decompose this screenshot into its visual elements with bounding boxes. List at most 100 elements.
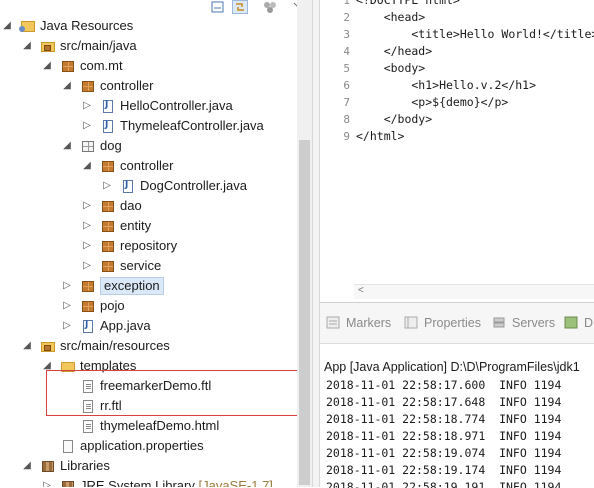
- package-icon: [100, 159, 116, 173]
- tree-item[interactable]: application.properties: [0, 436, 300, 456]
- html-editor[interactable]: 1 2 3 4 5 6 7 8 9 <!DOCTYPE html> <head> <title>…: [320, 0, 594, 300]
- expanded-twisty-icon[interactable]: ◢: [2, 20, 12, 32]
- tree-item[interactable]: ◢ dog: [0, 136, 300, 156]
- tree-item-label: controller: [100, 78, 154, 93]
- properties-icon: [404, 316, 418, 329]
- tree-item-label: Libraries: [60, 458, 110, 473]
- collapsed-twisty-icon[interactable]: ▷: [82, 220, 92, 232]
- code-line[interactable]: <!DOCTYPE html>: [356, 0, 460, 9]
- tree-item[interactable]: ◢ com.mt: [0, 56, 300, 76]
- java-file-icon: [120, 179, 136, 193]
- code-line[interactable]: <head>: [356, 9, 426, 26]
- link-with-editor-icon[interactable]: [232, 0, 248, 14]
- line-number-gutter: 1 2 3 4 5 6 7 8 9: [320, 0, 354, 290]
- editor-horizontal-scrollbar[interactable]: <: [354, 284, 594, 299]
- tree-item[interactable]: ◢ Java Resources: [0, 16, 300, 36]
- collapsed-twisty-icon[interactable]: ▷: [82, 200, 92, 212]
- console-title: App [Java Application] D:\D\ProgramFiles…: [324, 360, 580, 374]
- tree-item-label: pojo: [100, 298, 125, 313]
- code-line[interactable]: </body>: [356, 111, 432, 128]
- code-line[interactable]: <p>${demo}</p>: [356, 94, 508, 111]
- console-log-line: 2018-11-01 22:58:17.600 INFO 1194: [326, 378, 562, 392]
- scroll-left-arrow[interactable]: <: [358, 285, 364, 296]
- properties-file-icon: [60, 439, 76, 453]
- java-file-icon: [100, 119, 116, 133]
- tree-item[interactable]: ▷ ThymeleafController.java: [0, 116, 300, 136]
- package-icon: [100, 259, 116, 273]
- tree-item[interactable]: ▷ pojo: [0, 296, 300, 316]
- tree-item[interactable]: ◢ controller: [0, 76, 300, 96]
- collapsed-twisty-icon[interactable]: ▷: [82, 260, 92, 272]
- highlight-box: [46, 370, 308, 416]
- tree-item[interactable]: ◢ src/main/java: [0, 36, 300, 56]
- line-number: 7: [343, 96, 350, 109]
- tree-item[interactable]: ◢ src/main/resources: [0, 336, 300, 356]
- expanded-twisty-icon[interactable]: ◢: [42, 60, 52, 72]
- collapsed-twisty-icon[interactable]: ▷: [102, 180, 112, 192]
- explorer-scrollbar[interactable]: [297, 0, 312, 487]
- console-log-line: 2018-11-01 22:58:18.774 INFO 1194: [326, 412, 562, 426]
- tree-item[interactable]: ▷ exception: [0, 276, 300, 296]
- expanded-twisty-icon[interactable]: ◢: [22, 40, 32, 52]
- code-line[interactable]: </head>: [356, 43, 432, 60]
- console-log-line: 2018-11-01 22:58:19.174 INFO 1194: [326, 463, 562, 477]
- tree-item-label: repository: [120, 238, 178, 253]
- expanded-twisty-icon[interactable]: ◢: [62, 80, 72, 92]
- java-project-icon: [19, 19, 36, 33]
- console-log-line: 2018-11-01 22:58:18.971 INFO 1194: [326, 429, 562, 443]
- package-icon: [100, 199, 116, 213]
- sash-divider[interactable]: [312, 0, 320, 487]
- expanded-twisty-icon[interactable]: ◢: [22, 340, 32, 352]
- line-number: 6: [343, 79, 350, 92]
- tree-item[interactable]: ◢ Libraries: [0, 456, 300, 476]
- tree-item[interactable]: ▷ dao: [0, 196, 300, 216]
- collapsed-twisty-icon[interactable]: ▷: [82, 120, 92, 132]
- tree-item[interactable]: ▷ HelloController.java: [0, 96, 300, 116]
- java-file-icon: [100, 99, 116, 113]
- collapsed-twisty-icon[interactable]: ▷: [62, 320, 72, 332]
- collapsed-twisty-icon[interactable]: ▷: [82, 100, 92, 112]
- library-icon: [60, 479, 76, 487]
- tree-item-label: App.java: [100, 318, 151, 333]
- collapsed-twisty-icon[interactable]: ▷: [82, 240, 92, 252]
- panel-tabs: Markers Properties Servers D: [320, 303, 594, 344]
- line-number: 1: [343, 0, 350, 7]
- source-folder-icon: [40, 339, 56, 353]
- tree-item-label: com.mt: [80, 58, 123, 73]
- source-folder-icon: [40, 39, 56, 53]
- tree-item[interactable]: ▷ service: [0, 256, 300, 276]
- collapsed-twisty-icon[interactable]: ▷: [62, 300, 72, 312]
- tab-label: Servers: [512, 316, 556, 330]
- tree-item-label: thymeleafDemo.html: [100, 418, 220, 433]
- tree-item-label: src/main/resources: [60, 338, 170, 353]
- expanded-twisty-icon[interactable]: ◢: [82, 160, 92, 172]
- minimize-icon[interactable]: [210, 0, 226, 14]
- line-number: 4: [343, 45, 350, 58]
- expanded-twisty-icon[interactable]: ◢: [62, 140, 72, 152]
- package-icon: [100, 219, 116, 233]
- code-line[interactable]: <body>: [356, 60, 426, 77]
- tree-item[interactable]: ▷ entity: [0, 216, 300, 236]
- tree-item[interactable]: ▷ repository: [0, 236, 300, 256]
- line-number: 3: [343, 28, 350, 41]
- package-icon: [80, 279, 96, 293]
- collapsed-twisty-icon[interactable]: ▷: [42, 480, 52, 487]
- package-icon: [80, 299, 96, 313]
- code-line[interactable]: </html>: [356, 128, 404, 145]
- tree-item[interactable]: ◢ controller: [0, 156, 300, 176]
- tree-item[interactable]: thymeleafDemo.html: [0, 416, 300, 436]
- line-number: 2: [343, 11, 350, 24]
- code-line[interactable]: <h1>Hello.v.2</h1>: [356, 77, 536, 94]
- explorer-scrollbar-thumb[interactable]: [299, 140, 310, 485]
- view-menu-icon[interactable]: [262, 0, 278, 14]
- code-line[interactable]: <title>Hello World!</title>: [356, 26, 594, 43]
- tree-item-label: controller: [120, 158, 174, 173]
- expanded-twisty-icon[interactable]: ◢: [22, 460, 32, 472]
- tree-item-label: DogController.java: [140, 178, 247, 193]
- markers-icon: [326, 316, 340, 329]
- tree-item[interactable]: ▷ JRE System Library [JavaSE-1.7]: [0, 476, 300, 487]
- tree-item[interactable]: ▷ DogController.java: [0, 176, 300, 196]
- file-icon: [80, 419, 96, 433]
- tree-item[interactable]: ▷ App.java: [0, 316, 300, 336]
- collapsed-twisty-icon[interactable]: ▷: [62, 280, 72, 292]
